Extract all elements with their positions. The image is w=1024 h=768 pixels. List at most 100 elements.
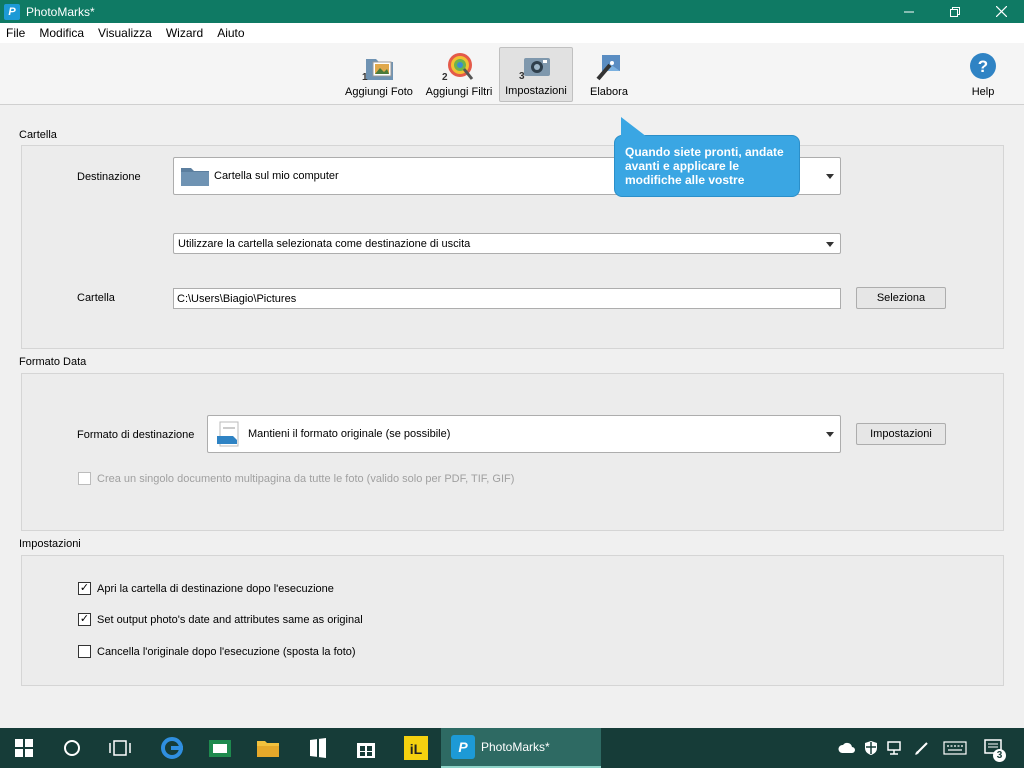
folder-path-value: C:\Users\Biagio\Pictures — [177, 292, 297, 305]
folder-path-input[interactable]: C:\Users\Biagio\Pictures — [173, 288, 841, 309]
format-dropdown[interactable]: Mantieni il formato originale (se possib… — [207, 415, 841, 453]
task-view-icon — [109, 740, 131, 756]
svg-text:iL: iL — [410, 741, 423, 757]
help-button[interactable]: ? Help — [962, 47, 1004, 102]
taskbar-store[interactable] — [342, 728, 390, 768]
taskbar-app-yellow[interactable]: iL — [392, 728, 440, 768]
window-title: PhotoMarks* — [26, 4, 95, 19]
menu-file[interactable]: File — [6, 26, 25, 40]
taskbar-photomarks[interactable]: P PhotoMarks* — [441, 728, 601, 768]
title-bar: P PhotoMarks* — [0, 0, 1024, 23]
step-number: 2 — [442, 72, 448, 83]
cloud-icon — [838, 742, 855, 753]
task-view-button[interactable] — [96, 728, 144, 768]
menu-wizard[interactable]: Wizard — [166, 26, 203, 40]
keyboard-tray[interactable] — [940, 728, 970, 768]
keep-attributes-label: Set output photo's date and attributes s… — [97, 613, 363, 626]
multipage-label: Crea un singolo documento multipagina da… — [97, 472, 515, 485]
format-file-icon — [217, 421, 239, 447]
taskbar-edge[interactable] — [148, 728, 196, 768]
step-label: Aggiungi Filtri — [425, 86, 493, 98]
format-value: Mantieni il formato originale (se possib… — [248, 428, 451, 440]
step-elabora-button[interactable]: Elabora — [578, 47, 640, 102]
notification-center-button[interactable]: 3 — [980, 728, 1010, 768]
menu-aiuto[interactable]: Aiuto — [217, 26, 244, 40]
menu-bar: File Modifica Visualizza Wizard Aiuto — [0, 23, 1024, 43]
edge-icon — [161, 737, 183, 759]
chevron-down-icon — [826, 241, 834, 247]
document-app-icon — [310, 738, 326, 758]
step-aggiungi-filtri-button[interactable]: 2 Aggiungi Filtri — [421, 47, 497, 102]
seleziona-button[interactable]: Seleziona — [856, 287, 946, 309]
photomarks-taskbar-icon: P — [451, 735, 475, 759]
delete-original-checkbox-row[interactable]: Cancella l'originale dopo l'esecuzione (… — [78, 645, 356, 658]
open-folder-label: Apri la cartella di destinazione dopo l'… — [97, 582, 334, 595]
settings-camera-icon: 3 — [519, 50, 553, 82]
section-impostazioni-title: Impostazioni — [19, 538, 81, 550]
wizard-toolbar: 1 Aggiungi Foto 2 Aggiungi Filtri 3 Impo… — [0, 43, 1024, 105]
cartella-path-label: Cartella — [77, 292, 115, 304]
formato-destinazione-label: Formato di destinazione — [77, 429, 195, 441]
file-explorer-icon — [257, 741, 279, 757]
cortana-circle-icon — [64, 740, 80, 756]
delete-original-checkbox[interactable] — [78, 645, 91, 658]
impostazioni-format-button[interactable]: Impostazioni — [856, 423, 946, 445]
multipage-checkbox[interactable] — [78, 472, 91, 485]
folder-icon — [181, 168, 209, 186]
scanner-app-icon — [209, 740, 231, 757]
network-icon — [887, 741, 901, 755]
destination-value: Cartella sul mio computer — [214, 170, 339, 182]
close-button[interactable] — [978, 0, 1024, 23]
step-number: 3 — [519, 71, 525, 82]
section-cartella-title: Cartella — [19, 129, 57, 141]
svg-text:?: ? — [978, 57, 988, 76]
defender-tray[interactable] — [860, 728, 882, 768]
taskbar: iL P PhotoMarks* 3 — [0, 728, 1024, 768]
menu-modifica[interactable]: Modifica — [39, 26, 84, 40]
pen-tray[interactable] — [910, 728, 934, 768]
destinazione-label: Destinazione — [77, 171, 141, 183]
usage-dropdown[interactable]: Utilizzare la cartella selezionata come … — [173, 233, 841, 254]
keep-attributes-checkbox[interactable]: ✓ — [78, 613, 91, 626]
step-aggiungi-foto-button[interactable]: 1 Aggiungi Foto — [341, 47, 417, 102]
taskbar-app-label: PhotoMarks* — [481, 740, 550, 754]
hint-text: Quando siete pronti, andate avanti e app… — [625, 145, 784, 187]
help-label: Help — [971, 86, 995, 98]
step-label: Aggiungi Foto — [345, 86, 413, 98]
minimize-icon — [904, 11, 914, 12]
step-label: Impostazioni — [505, 85, 567, 97]
shield-icon — [865, 741, 877, 755]
restore-button[interactable] — [932, 0, 978, 23]
taskbar-app-green[interactable] — [196, 728, 244, 768]
minimize-button[interactable] — [886, 0, 932, 23]
photomarks-logo-icon: P — [4, 3, 20, 20]
step-label: Elabora — [590, 86, 628, 98]
step-number: 1 — [362, 72, 368, 83]
taskbar-explorer[interactable] — [244, 728, 292, 768]
windows-logo-icon — [15, 739, 33, 757]
open-folder-checkbox[interactable]: ✓ — [78, 582, 91, 595]
menu-visualizza[interactable]: Visualizza — [98, 26, 152, 40]
onedrive-tray[interactable] — [836, 728, 858, 768]
start-button[interactable] — [0, 728, 48, 768]
delete-original-label: Cancella l'originale dopo l'esecuzione (… — [97, 645, 356, 658]
keep-attributes-checkbox-row[interactable]: ✓ Set output photo's date and attributes… — [78, 613, 363, 626]
chevron-down-icon — [826, 432, 834, 437]
section-formato-title: Formato Data — [19, 356, 87, 368]
open-folder-checkbox-row[interactable]: ✓ Apri la cartella di destinazione dopo … — [78, 582, 334, 595]
yellow-app-icon: iL — [404, 736, 428, 760]
search-button[interactable] — [48, 728, 96, 768]
process-wand-icon — [592, 51, 626, 83]
multipage-checkbox-row[interactable]: Crea un singolo documento multipagina da… — [78, 472, 514, 485]
step-impostazioni-button[interactable]: 3 Impostazioni — [499, 47, 573, 102]
help-icon: ? — [966, 51, 1000, 83]
add-filters-icon: 2 — [442, 51, 476, 83]
taskbar-app-white[interactable] — [294, 728, 342, 768]
usage-value: Utilizzare la cartella selezionata come … — [178, 237, 471, 250]
network-tray[interactable] — [884, 728, 906, 768]
notification-count-badge: 3 — [993, 749, 1006, 762]
add-photos-icon: 1 — [362, 51, 396, 83]
close-icon — [995, 6, 1007, 17]
restore-icon — [950, 6, 960, 17]
store-icon — [357, 743, 375, 758]
